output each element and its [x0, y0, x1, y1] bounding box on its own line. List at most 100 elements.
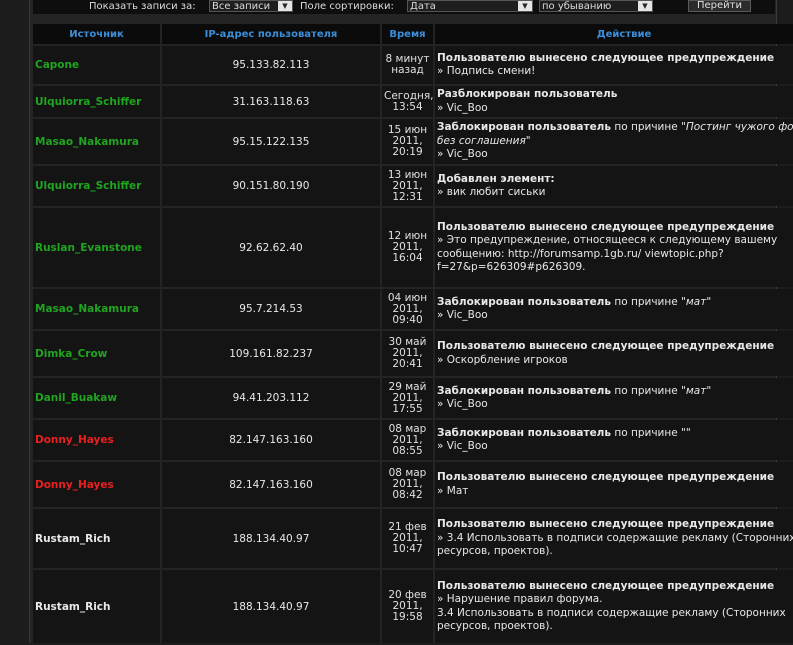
action-detail: » Vic_Boo — [437, 101, 488, 114]
time-cell: 30 май 2011, 20:41 — [382, 331, 433, 376]
time-cell: 8 минут назад — [382, 46, 433, 84]
time-line: 2011, — [392, 391, 423, 404]
action-reason: мат — [685, 384, 707, 397]
source-username-link[interactable]: Donny_Hayes — [33, 462, 160, 507]
source-username-link[interactable]: Danil_Buakaw — [33, 378, 160, 418]
action-detail: » 3.4 Использовать в подписи содержащие … — [437, 531, 793, 558]
time-cell: 08 мар 2011, 08:55 — [382, 420, 433, 460]
sort-order-value: по убыванию — [542, 1, 612, 12]
ip-address-link[interactable]: 95.7.214.53 — [162, 289, 380, 329]
action-summary: Заблокирован пользователь по причине "ма… — [437, 296, 793, 310]
source-username-link[interactable]: Capone — [33, 46, 160, 84]
time-line: 13:54 — [392, 100, 423, 113]
action-cell: Пользователю вынесено следующее предупре… — [435, 46, 793, 84]
action-cell: Заблокирован пользователь по причине "ма… — [435, 378, 793, 418]
time-line: 08:42 — [392, 489, 423, 501]
period-select[interactable]: Все записи ▼ — [209, 0, 293, 12]
table-row: Ulquiorra_Schiffer 31.163.118.63 Сегодня, 1… — [33, 86, 793, 117]
source-username-link[interactable]: Rustam_Rich — [33, 509, 160, 568]
table-row: Rustam_Rich 188.134.40.97 21 фев 2011, 10:47… — [33, 509, 793, 568]
sort-order-select[interactable]: по убыванию ▼ — [539, 0, 653, 12]
action-cell: Заблокирован пользователь по причине "" »… — [435, 420, 793, 460]
action-reason-prefix: по причине " — [611, 384, 686, 397]
ip-address-link[interactable]: 31.163.118.63 — [162, 86, 380, 117]
action-reason-prefix: по причине "" — [611, 426, 691, 439]
table-row: Donny_Hayes 82.147.163.160 08 мар 2011, 08:5… — [33, 420, 793, 460]
time-line: назад — [391, 64, 424, 76]
header-time[interactable]: Время — [382, 24, 433, 44]
source-username-link[interactable]: Masao_Nakamura — [33, 119, 160, 164]
action-reason-prefix: по причине " — [611, 295, 686, 308]
action-cell: Заблокирован пользователь по причине "По… — [435, 119, 793, 164]
time-line: 16:04 — [392, 252, 423, 264]
show-records-label: Показать записи за: — [89, 1, 196, 12]
time-line: 12:31 — [392, 190, 423, 203]
action-cell: Пользователю вынесено следующее предупре… — [435, 331, 793, 376]
time-line: 17:55 — [392, 402, 423, 415]
ip-address-link[interactable]: 82.147.163.160 — [162, 420, 380, 460]
time-cell: 15 июн 2011, 20:19 — [382, 119, 433, 164]
action-title: Заблокирован пользователь — [437, 426, 612, 439]
ip-address-link[interactable]: 109.161.82.237 — [162, 331, 380, 376]
action-reason-suffix: " — [706, 295, 712, 308]
ip-address-link[interactable]: 188.134.40.97 — [162, 509, 380, 568]
ip-address-link[interactable]: 188.134.40.97 — [162, 570, 380, 643]
ip-address-link[interactable]: 95.133.82.113 — [162, 46, 380, 84]
table-row: Donny_Hayes 82.147.163.160 08 мар 2011, 08:4… — [33, 462, 793, 507]
header-source[interactable]: Источник — [33, 24, 160, 44]
filter-bar: Показать записи за: Все записи ▼ Поле со… — [33, 0, 775, 14]
action-reason-prefix: по причине " — [611, 121, 686, 134]
ip-address-link[interactable]: 92.62.62.40 — [162, 208, 380, 287]
source-username-link[interactable]: Ulquiorra_Schiffer — [33, 166, 160, 206]
action-reason-suffix: " — [706, 384, 712, 397]
table-row: Masao_Nakamura 95.7.214.53 04 июн 2011, 09:4… — [33, 289, 793, 329]
source-username-link[interactable]: Ulquiorra_Schiffer — [33, 86, 160, 117]
header-ip[interactable]: IP-адрес пользователя — [162, 24, 380, 44]
go-button[interactable]: Перейти — [688, 0, 751, 12]
action-cell: Пользователю вынесено следующее предупре… — [435, 509, 793, 568]
action-detail: » Мат — [437, 484, 469, 497]
period-select-value: Все записи — [212, 1, 271, 12]
action-cell: Пользователю вынесено следующее предупре… — [435, 462, 793, 507]
table-row: Danil_Buakaw 94.41.203.112 29 май 2011, 17:5… — [33, 378, 793, 418]
action-title: Заблокирован пользователь — [437, 295, 612, 308]
table-row: Capone 95.133.82.113 8 минут назад Пользоват… — [33, 46, 793, 84]
time-cell: 20 фев 2011, 19:58 — [382, 570, 433, 643]
time-line: 04 июн — [387, 291, 428, 304]
table-row: Ulquiorra_Schiffer 90.151.80.190 13 июн 201… — [33, 166, 793, 206]
time-line: 20:19 — [392, 146, 423, 158]
sort-field-select[interactable]: Дата ▼ — [407, 0, 533, 12]
action-cell: Разблокирован пользователь» Vic_Boo — [435, 86, 793, 117]
action-detail: » Vic_Boo — [437, 440, 488, 452]
action-title: Разблокирован пользователь — [437, 88, 618, 100]
action-summary: Добавлен элемент: — [437, 173, 793, 187]
action-summary: Пользователю вынесено следующее предупре… — [437, 518, 793, 532]
source-username-link[interactable]: Donny_Hayes — [33, 420, 160, 460]
action-detail: » Vic_Boo — [437, 398, 488, 410]
ip-address-link[interactable]: 94.41.203.112 — [162, 378, 380, 418]
source-username-link[interactable]: Masao_Nakamura — [33, 289, 160, 329]
header-action[interactable]: Действие — [435, 24, 793, 44]
time-cell: 08 мар 2011, 08:42 — [382, 462, 433, 507]
action-title: Пользователю вынесено следующее предупре… — [437, 220, 775, 233]
time-line: Сегодня, — [384, 89, 433, 102]
action-detail: » Оскорбление игроков — [437, 353, 568, 366]
ip-address-link[interactable]: 95.15.122.135 — [162, 119, 380, 164]
action-reason: мат — [685, 295, 707, 308]
time-line: 08:55 — [392, 444, 423, 457]
action-summary: Пользователю вынесено следующее предупре… — [437, 221, 793, 235]
table-row: Masao_Nakamura 95.15.122.135 15 июн 2011, 20… — [33, 119, 793, 164]
action-title: Пользователю вынесено следующее предупре… — [437, 579, 775, 592]
source-username-link[interactable]: Rustam_Rich — [33, 570, 160, 643]
source-username-link[interactable]: Ruslan_Evanstone — [33, 208, 160, 287]
ip-address-link[interactable]: 90.151.80.190 — [162, 166, 380, 206]
table-header-row: Источник IP-адрес пользователя Время Дей… — [33, 24, 793, 44]
action-detail: » Vic_Boo — [437, 309, 488, 321]
chevron-down-icon: ▼ — [518, 1, 532, 11]
time-line: 20:41 — [392, 358, 423, 370]
action-detail: » Подпись смени! — [437, 65, 536, 77]
time-line: 13 июн — [387, 168, 428, 181]
source-username-link[interactable]: Dimka_Crow — [33, 331, 160, 376]
ip-address-link[interactable]: 82.147.163.160 — [162, 462, 380, 507]
time-line: 2011, — [392, 302, 423, 315]
